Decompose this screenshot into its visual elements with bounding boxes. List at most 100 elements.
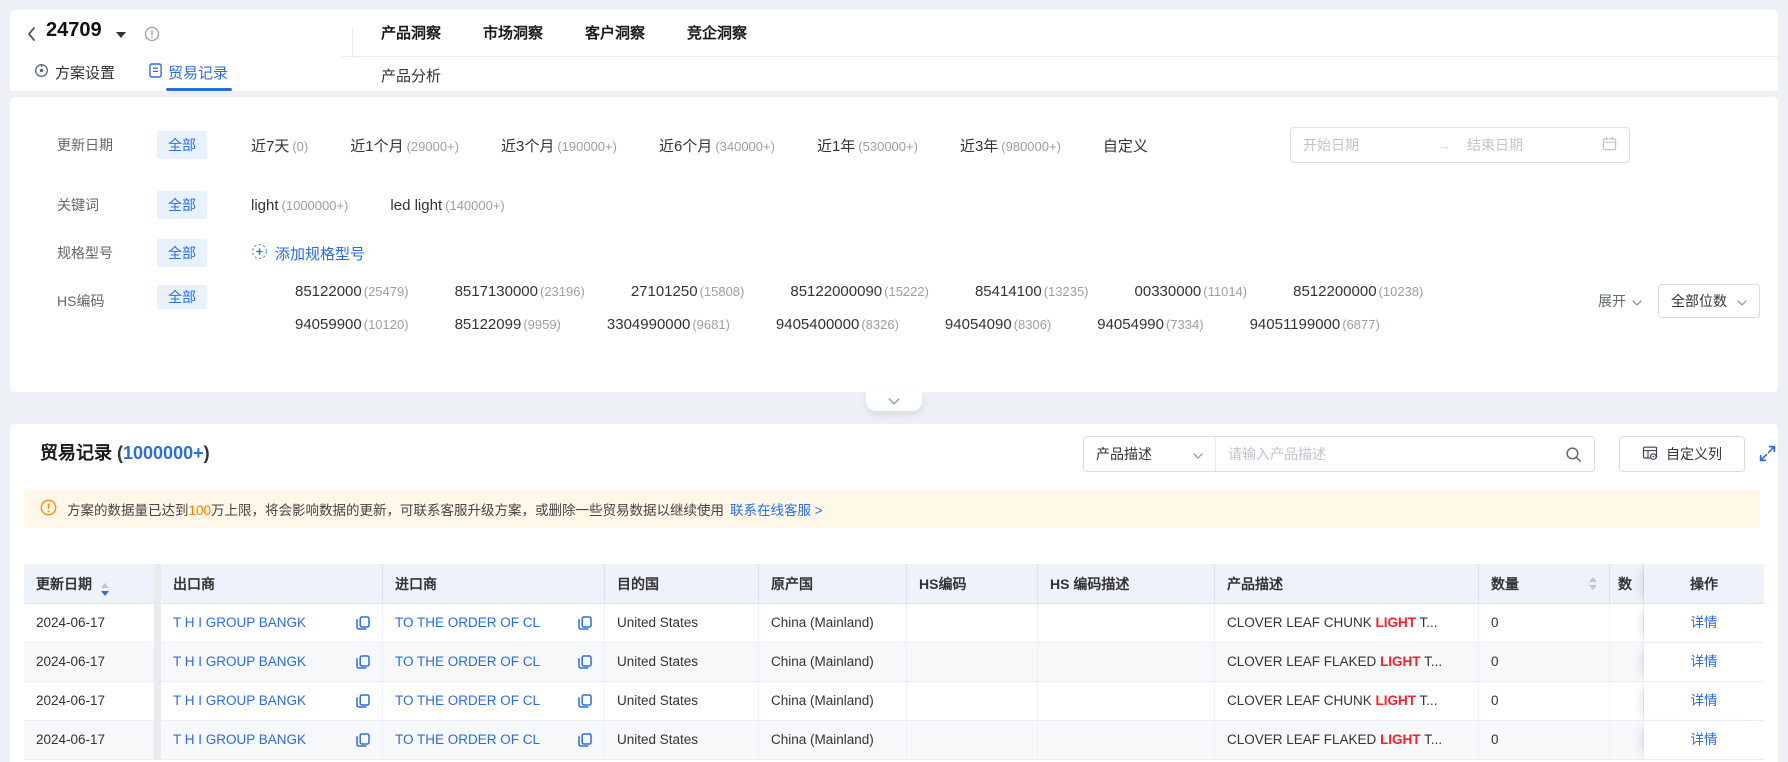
hs-code-option[interactable]: 00330000 (11014) [1135, 283, 1248, 300]
exporter-link[interactable]: T H I GROUP BANGK [173, 643, 306, 681]
keyword-highlight: LIGHT [1375, 693, 1417, 708]
date-option[interactable]: 近1年 (530000+) [817, 135, 918, 156]
detail-link[interactable]: 详情 [1691, 693, 1718, 708]
start-date-placeholder[interactable]: 开始日期 [1303, 135, 1438, 155]
hs-code-option[interactable]: 94059900 (10120) [295, 316, 409, 333]
importer-link[interactable]: TO THE ORDER OF CL [395, 604, 540, 642]
search-input[interactable] [1216, 446, 1552, 462]
copy-icon[interactable] [578, 694, 592, 708]
nav-tab[interactable]: 产品洞察 [381, 22, 441, 43]
customize-columns-label: 自定义列 [1666, 446, 1722, 462]
detail-link[interactable]: 详情 [1691, 654, 1718, 669]
calendar-icon[interactable] [1602, 136, 1617, 154]
keyword-option[interactable]: light (1000000+) [251, 197, 348, 214]
header-importer: 进口商 [383, 564, 605, 604]
copy-icon[interactable] [356, 694, 370, 708]
trade-records-icon [149, 63, 162, 82]
chevron-down-icon [1632, 293, 1642, 309]
tab-product-analysis[interactable]: 产品分析 [381, 65, 441, 86]
header-update-date[interactable]: 更新日期 [24, 564, 161, 604]
add-spec-button[interactable]: 添加规格型号 [251, 243, 365, 264]
date-range-picker[interactable]: 开始日期 → 结束日期 [1290, 127, 1630, 163]
nav-tab[interactable]: 市场洞察 [483, 22, 543, 43]
hs-code-option[interactable]: 94051199000 (6877) [1250, 316, 1380, 333]
cell-actions: 详情 [1644, 721, 1764, 760]
hs-code-option[interactable]: 8517130000 (23196) [455, 283, 585, 300]
option-count: (340000+) [715, 138, 775, 154]
copy-icon[interactable] [356, 655, 370, 669]
copy-icon[interactable] [578, 655, 592, 669]
copy-icon[interactable] [356, 733, 370, 747]
hs-code-option[interactable]: 3304990000 (9681) [607, 316, 730, 333]
nav-tab[interactable]: 竞企洞察 [687, 22, 747, 43]
hs-code-option[interactable]: 85414100 (13235) [975, 283, 1089, 300]
hs-code-row-1: 85122000 (25479) 8517130000 (23196) 271012… [295, 283, 1423, 300]
exporter-link[interactable]: T H I GROUP BANGK [173, 721, 306, 759]
date-option[interactable]: 近1个月 (29000+) [350, 135, 459, 156]
quota-warning-banner: 方案的数据量已达到100万上限，将会影响数据的更新，可联系客服升级方案，或删除一… [24, 490, 1760, 528]
tab-plan-settings[interactable]: 方案设置 [34, 62, 115, 83]
custom-date-option[interactable]: 自定义 [1103, 135, 1148, 156]
date-options: 近7天 (0) 近1个月 (29000+) 近3个月 (190000+) 近6个月 (3… [251, 135, 1061, 156]
detail-link[interactable]: 详情 [1691, 732, 1718, 747]
copy-icon[interactable] [356, 616, 370, 630]
cell-truncated [1610, 604, 1644, 643]
hs-code-option[interactable]: 9405400000 (8326) [776, 316, 899, 333]
date-option[interactable]: 近6个月 (340000+) [659, 135, 775, 156]
filter-row-spec: 规格型号 全部 添加规格型号 [57, 237, 365, 269]
fullscreen-icon[interactable] [1758, 444, 1777, 466]
keyword-option[interactable]: led light (140000+) [390, 197, 504, 214]
sort-icon[interactable] [101, 583, 109, 596]
plan-settings-icon [34, 63, 49, 82]
hs-code-option[interactable]: 85122099 (9959) [455, 316, 561, 333]
contact-support-link[interactable]: 联系在线客服 > [730, 503, 823, 518]
columns-gear-icon [1642, 445, 1658, 464]
collapse-panel-tab[interactable] [866, 392, 922, 411]
option-count: (9959) [523, 317, 561, 332]
keyword-highlight: LIGHT [1380, 732, 1421, 747]
nav-tab[interactable]: 客户洞察 [585, 22, 645, 43]
hs-code-option[interactable]: 27101250 (15808) [631, 283, 745, 300]
cell-exporter: T H I GROUP BANGK [161, 604, 383, 643]
header-quantity[interactable]: 数量 [1479, 564, 1610, 604]
copy-icon[interactable] [578, 733, 592, 747]
digits-select[interactable]: 全部位数 [1658, 284, 1760, 318]
hs-code-option[interactable]: 85122000090 (15222) [790, 283, 929, 300]
filter-all-chip[interactable]: 全部 [157, 131, 207, 159]
importer-link[interactable]: TO THE ORDER OF CL [395, 682, 540, 720]
copy-icon[interactable] [578, 616, 592, 630]
plan-id: 24709 [46, 19, 102, 41]
date-option[interactable]: 近3个月 (190000+) [501, 135, 617, 156]
filter-all-chip[interactable]: 全部 [157, 239, 207, 267]
plan-caret-down-icon[interactable] [116, 32, 126, 38]
tab-trade-records[interactable]: 贸易记录 [149, 62, 228, 83]
importer-link[interactable]: TO THE ORDER OF CL [395, 721, 540, 759]
cell-product-desc: CLOVER LEAF FLAKED LIGHT T... [1215, 643, 1479, 682]
date-option[interactable]: 近7天 (0) [251, 135, 308, 156]
sort-icon[interactable] [1589, 577, 1597, 590]
expand-toggle[interactable]: 展开 [1598, 291, 1642, 311]
end-date-placeholder[interactable]: 结束日期 [1451, 135, 1602, 155]
hs-code-option[interactable]: 94054090 (8306) [945, 316, 1051, 333]
cell-quantity: 0 [1479, 643, 1610, 682]
info-icon[interactable] [144, 26, 160, 45]
search-type-select[interactable]: 产品描述 [1084, 437, 1216, 471]
cell-hs-desc [1038, 604, 1215, 643]
option-count: (140000+) [445, 197, 505, 213]
hs-code-option[interactable]: 94054990 (7334) [1097, 316, 1203, 333]
cell-quantity: 0 [1479, 682, 1610, 721]
header-exporter: 出口商 [161, 564, 383, 604]
date-option[interactable]: 近3年 (980000+) [960, 135, 1061, 156]
exporter-link[interactable]: T H I GROUP BANGK [173, 682, 306, 720]
search-icon[interactable] [1552, 437, 1594, 471]
back-icon[interactable] [26, 25, 36, 46]
detail-link[interactable]: 详情 [1691, 615, 1718, 630]
option-count: (1000000+) [281, 197, 349, 213]
exporter-link[interactable]: T H I GROUP BANGK [173, 604, 306, 642]
filter-all-chip[interactable]: 全部 [157, 285, 207, 309]
importer-link[interactable]: TO THE ORDER OF CL [395, 643, 540, 681]
customize-columns-button[interactable]: 自定义列 [1619, 436, 1745, 472]
hs-code-option[interactable]: 8512200000 (10238) [1293, 283, 1423, 300]
hs-code-option[interactable]: 85122000 (25479) [295, 283, 409, 300]
filter-all-chip[interactable]: 全部 [157, 191, 207, 219]
